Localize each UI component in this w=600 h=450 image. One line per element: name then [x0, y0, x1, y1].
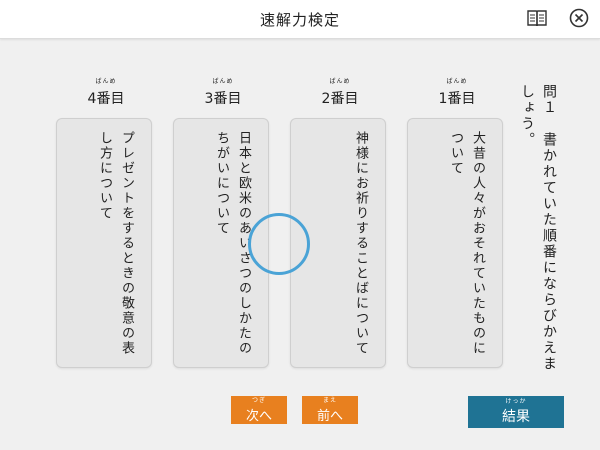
next-button[interactable]: つぎ 次へ	[231, 396, 287, 424]
next-label: 次へ	[245, 408, 272, 424]
answer-card-4[interactable]: プレゼントをするときの敬意の表し方について	[56, 118, 152, 368]
header-bar: 速解力検定	[0, 0, 600, 39]
card-text: 大昔の人々がおそれていたものについて	[448, 131, 485, 356]
result-label: 結果	[502, 409, 530, 425]
heading-label: 4番目	[87, 91, 125, 107]
result-button[interactable]: けっか 結果	[468, 396, 564, 428]
card-heading-2: ばんめ 2番目	[290, 78, 390, 110]
answer-card-1[interactable]: 大昔の人々がおそれていたものについて	[407, 118, 503, 368]
close-icon[interactable]	[568, 7, 590, 29]
next-ruby: つぎ	[251, 396, 266, 404]
drag-cursor-circle	[248, 213, 310, 275]
card-heading-3: ばんめ 3番目	[173, 78, 273, 110]
prev-button[interactable]: まえ 前へ	[302, 396, 358, 424]
heading-ruby: ばんめ	[212, 78, 234, 85]
heading-label: 3番目	[204, 91, 242, 107]
prev-ruby: まえ	[322, 396, 337, 404]
heading-label: 1番目	[438, 91, 476, 107]
result-ruby: けっか	[505, 398, 527, 405]
card-text: プレゼントをするときの敬意の表し方について	[97, 131, 134, 356]
question-text: 問１ 書かれていた順番にならびかえましょう。	[519, 84, 557, 372]
book-icon[interactable]	[526, 7, 548, 29]
card-heading-1: ばんめ 1番目	[407, 78, 507, 110]
heading-ruby: ばんめ	[95, 78, 117, 85]
page-title: 速解力検定	[259, 11, 340, 29]
heading-ruby: ばんめ	[446, 78, 468, 85]
prev-label: 前へ	[316, 408, 343, 424]
heading-label: 2番目	[321, 91, 359, 107]
heading-ruby: ばんめ	[329, 78, 351, 85]
card-heading-4: ばんめ 4番目	[56, 78, 156, 110]
card-text: 神様にお祈りすることばについて	[353, 131, 368, 356]
